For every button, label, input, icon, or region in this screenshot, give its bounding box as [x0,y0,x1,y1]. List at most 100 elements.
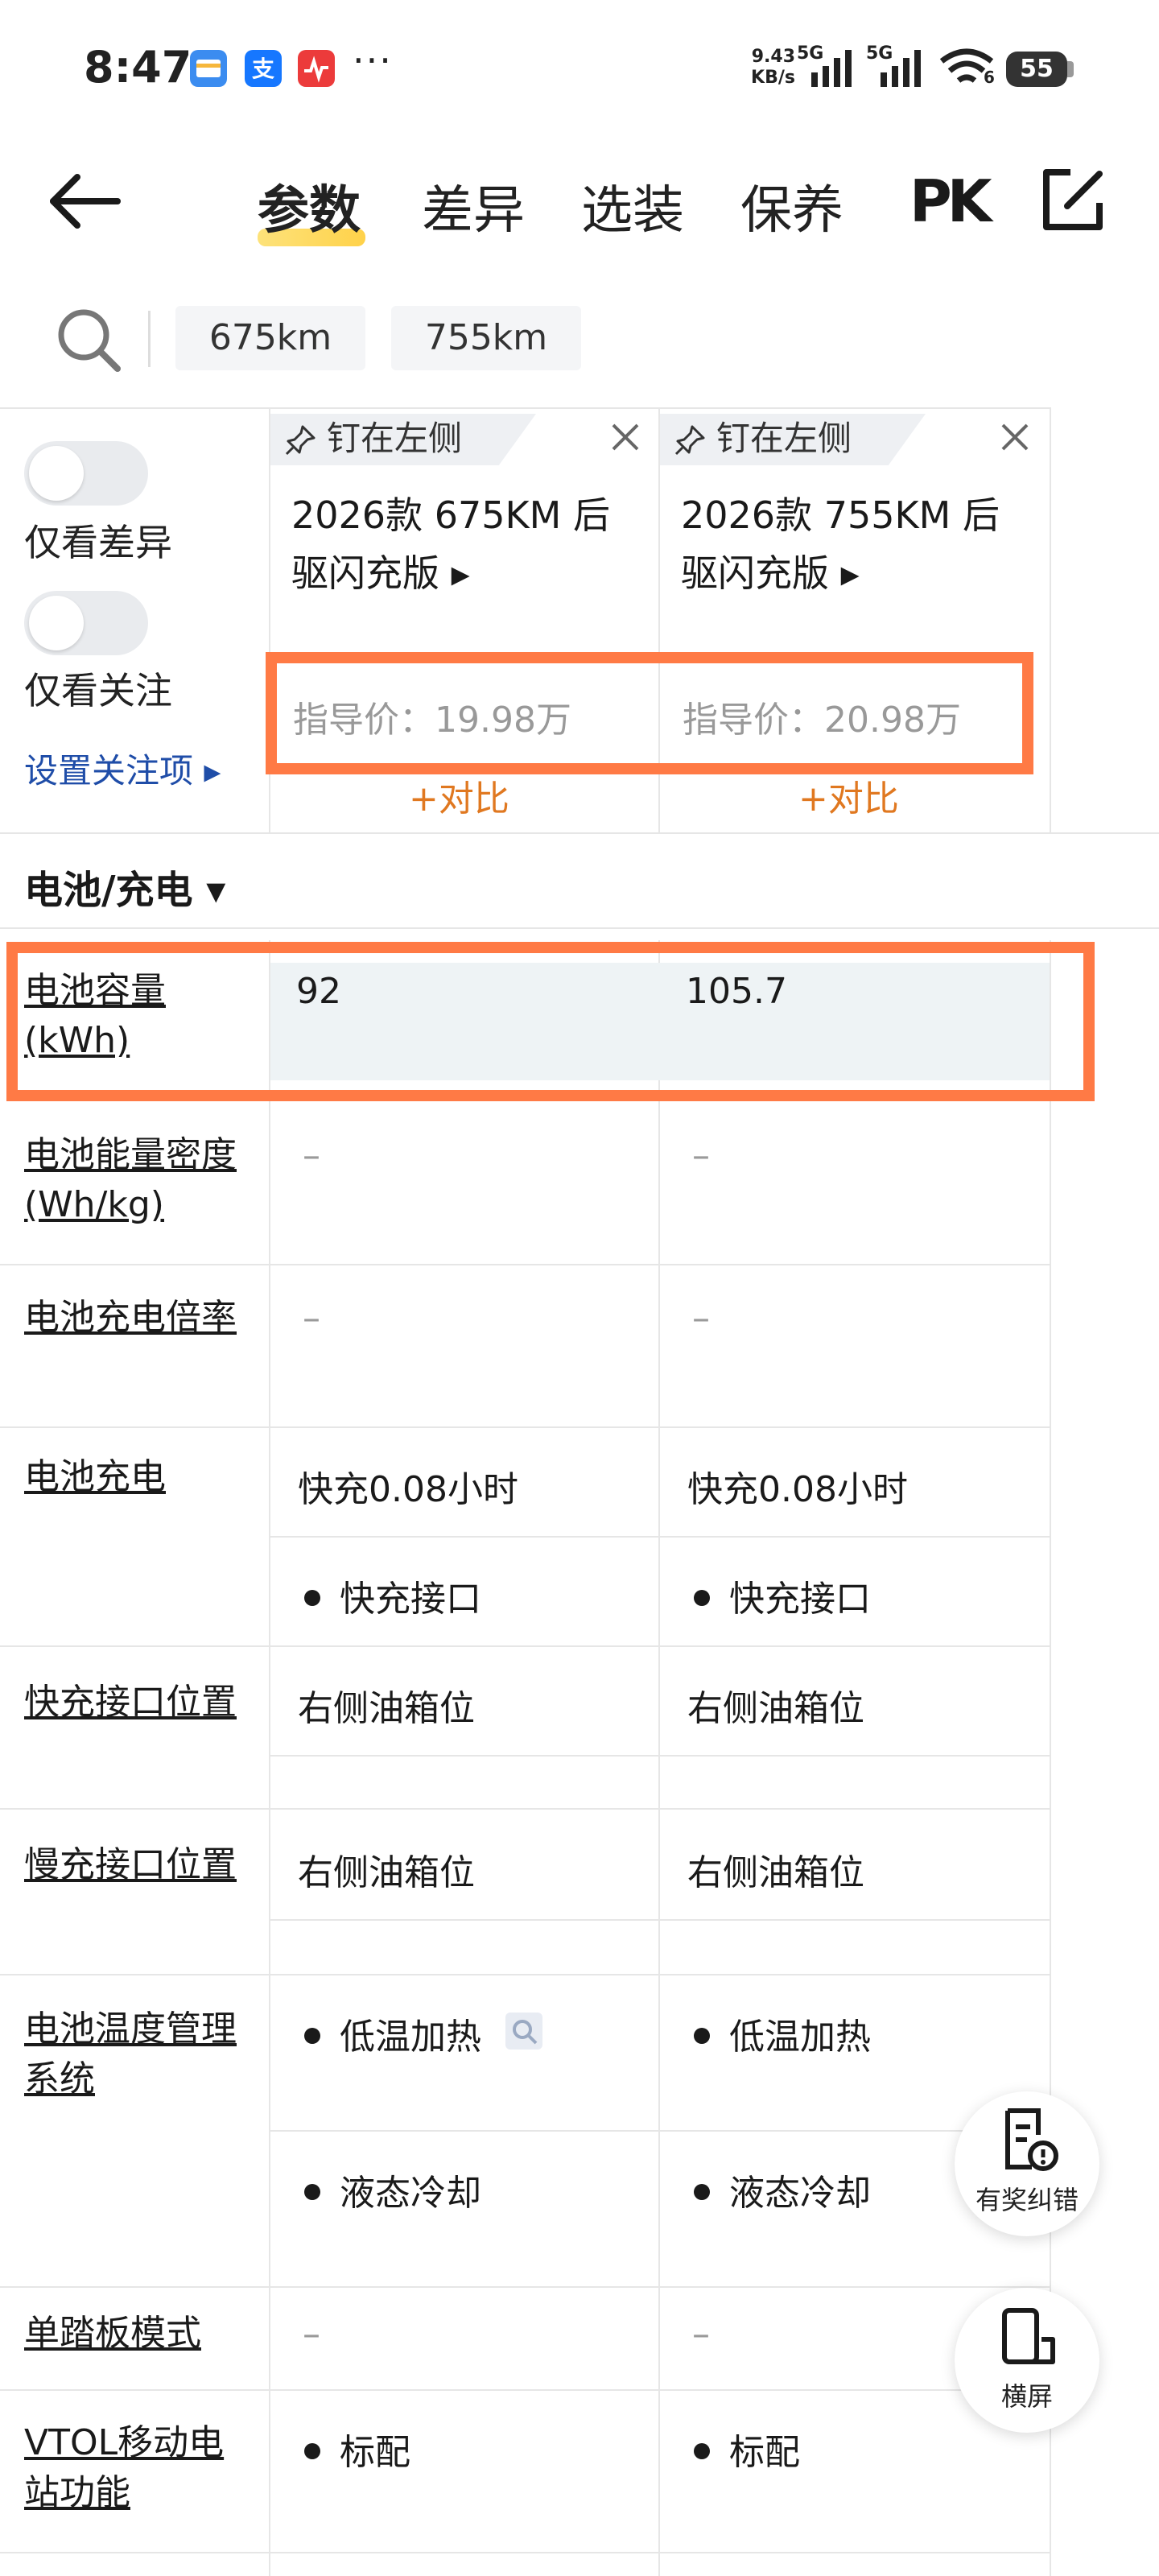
tab-options[interactable]: 选装 [581,169,684,243]
car-name[interactable]: 2026款 755KM 后驱闪充版 ▸ [681,486,1035,602]
close-icon [612,423,639,451]
divider [1050,407,1051,832]
close-icon [1001,423,1029,451]
cell-value: – [303,2314,320,2355]
only-diff-toggle[interactable] [24,441,148,506]
row-label-one-pedal[interactable]: 单踏板模式 [24,2309,258,2359]
bullet-icon [694,2443,710,2459]
cell-value: – [303,1298,320,1339]
cell-text: 标配 [729,2432,800,2473]
cell-text: 快充接口 [340,1579,481,1620]
bullet-icon [304,2028,320,2044]
model-chip[interactable]: 755km [391,306,581,370]
status-time: 8:47 [84,42,192,93]
battery-tip [1067,61,1074,77]
svg-text:支: 支 [252,56,274,82]
add-compare-button[interactable]: +对比 [409,770,509,821]
capacity-highlight-box [6,942,1095,1101]
divider [658,940,660,2576]
image-search-icon[interactable] [505,2013,542,2050]
cell-value: – [692,1298,710,1339]
network-speed: 9.43 KB/s [744,47,795,89]
tab-differences[interactable]: 差异 [422,169,525,243]
divider [269,940,270,2576]
car-name[interactable]: 2026款 675KM 后驱闪充版 ▸ [291,486,645,602]
landscape-button[interactable]: 横屏 [955,2288,1099,2433]
health-app-icon [298,50,335,87]
divider [0,1264,1051,1265]
battery-indicator: 55 [1006,52,1067,87]
cell-value: 液态冷却 [304,2164,481,2215]
wallet-app-icon [190,50,227,87]
bullet-icon [304,1590,320,1606]
back-button[interactable] [45,169,126,233]
tab-maintenance[interactable]: 保养 [740,169,843,243]
divider [0,2286,1051,2288]
divider [0,832,1159,834]
divider [270,1919,1051,1921]
net-speed-unit: KB/s [751,68,795,88]
row-label-fast-port-location[interactable]: 快充接口位置 [24,1678,258,1728]
alipay-app-icon: 支 [245,50,282,87]
cell-value: – [692,2314,710,2355]
row-label-vtol[interactable]: VTOL移动电站功能 [24,2418,258,2518]
cell-text: 快充接口 [729,1579,871,1620]
settings-follow-link[interactable]: 设置关注项 ▸ [24,744,221,793]
add-compare-button[interactable]: +对比 [798,770,899,821]
divider [270,1536,1051,1538]
bullet-icon [304,2443,320,2459]
tab-params[interactable]: 参数 [258,169,361,243]
divider [0,2552,1051,2553]
signal-icon [808,48,856,92]
pin-left-button[interactable]: 钉在左侧 [660,414,926,465]
bullet-icon [304,2184,320,2200]
row-label-charge-rate[interactable]: 电池充电倍率 [24,1293,258,1343]
toggle-knob [29,596,84,650]
report-error-button[interactable]: 有奖纠错 [955,2091,1099,2236]
row-label-slow-port-location[interactable]: 慢充接口位置 [24,1840,258,1890]
search-icon[interactable] [52,303,126,377]
landscape-label: 横屏 [1000,2381,1053,2412]
divider [0,1808,1051,1810]
bullet-icon [694,2184,710,2200]
only-follow-toggle[interactable] [24,591,148,655]
more-notifications-icon: ··· [353,39,393,82]
signal-icon [877,48,926,92]
only-diff-label: 仅看差异 [24,521,172,564]
row-label-thermal-management[interactable]: 电池温度管理系统 [24,2004,258,2104]
wifi-label: 6 [984,68,995,87]
cell-text: 液态冷却 [340,2173,481,2214]
divider [270,2130,1051,2132]
pin-left-button[interactable]: 钉在左侧 [270,414,536,465]
divider [0,1426,1051,1428]
rotate-screen-icon [1002,2308,1055,2364]
pk-button[interactable]: PK [909,167,992,235]
divider [270,1755,1051,1757]
row-label-battery-charging[interactable]: 电池充电 [24,1452,258,1502]
cell-value: 右侧油箱位 [687,1852,864,1893]
pin-icon [285,425,316,456]
row-label-energy-density[interactable]: 电池能量密度(Wh/kg) [24,1130,258,1230]
cell-value: 标配 [304,2423,410,2475]
section-battery-charging[interactable]: 电池/充电 ▾ [24,858,225,914]
cell-value: 右侧油箱位 [687,1688,864,1729]
cell-value: 快充0.08小时 [687,1469,908,1510]
remove-car-button[interactable] [607,419,644,456]
pin-label: 钉在左侧 [327,419,463,458]
toggle-knob [29,446,84,501]
cell-value: – [692,1135,710,1176]
back-arrow-icon [50,174,121,229]
cell-text: 低温加热 [340,2017,481,2058]
model-chip[interactable]: 675km [175,306,365,370]
remove-car-button[interactable] [996,419,1033,456]
search-divider [148,311,151,367]
cell-value: 低温加热 [304,2008,481,2059]
divider [0,1974,1051,1975]
cell-text: 标配 [340,2432,410,2473]
edit-button[interactable] [1038,166,1107,235]
price-highlight-box [266,652,1033,774]
cell-value: 右侧油箱位 [298,1852,475,1893]
cell-text: 低温加热 [729,2017,871,2058]
divider [0,1645,1051,1647]
pin-label: 钉在左侧 [716,419,852,458]
